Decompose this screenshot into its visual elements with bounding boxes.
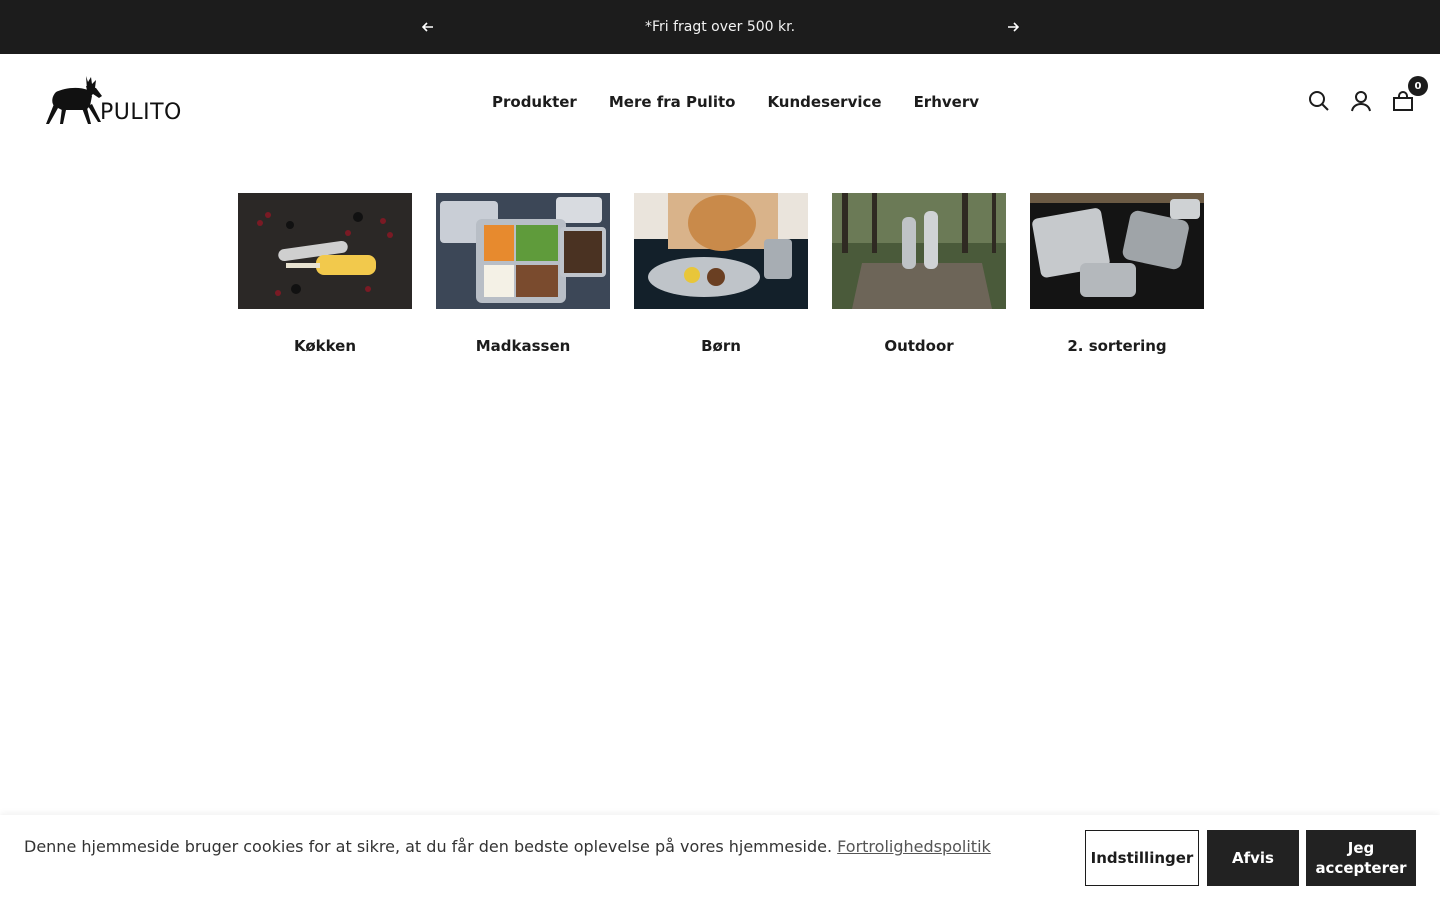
privacy-policy-link[interactable]: Fortrolighedspolitik (837, 837, 991, 856)
collection-title: Børn (701, 337, 741, 355)
nav-item-erhverv[interactable]: Erhverv (898, 90, 995, 114)
cookie-reject-button[interactable]: Afvis (1207, 830, 1299, 886)
announcement-bar: *Fri fragt over 500 kr. (0, 0, 1440, 54)
cart-count-badge: 0 (1408, 76, 1428, 96)
collection-title: Outdoor (884, 337, 954, 355)
moose-icon (46, 76, 102, 124)
collection-card-born[interactable]: Børn (634, 193, 808, 356)
logo-link[interactable]: PULITO (42, 74, 182, 130)
header-icons: 0 (1308, 76, 1428, 112)
cookie-accept-button[interactable]: Jeg accepterer (1306, 830, 1416, 886)
announcement-message: *Fri fragt over 500 kr. (644, 19, 796, 35)
collection-card-outdoor[interactable]: Outdoor (832, 193, 1006, 356)
cart-button[interactable]: 0 (1392, 76, 1428, 112)
collection-card-madkassen[interactable]: Madkassen (436, 193, 610, 356)
cookie-banner: Denne hjemmeside bruger cookies for at s… (0, 815, 1440, 900)
collection-list: Køkken Madkassen Børn Outdoor 2. sorteri… (238, 193, 1204, 356)
collection-image-outdoor (832, 193, 1006, 309)
cookie-settings-button[interactable]: Indstillinger (1085, 830, 1199, 886)
logo-text: PULITO (100, 100, 182, 125)
cookie-text-wrapper: Denne hjemmeside bruger cookies for at s… (24, 836, 991, 858)
collection-title: Køkken (293, 337, 357, 355)
collection-card-kokken[interactable]: Køkken (238, 193, 412, 356)
announcement-prev-button[interactable] (418, 17, 438, 37)
search-icon (1309, 91, 1329, 111)
collection-card-2-sortering[interactable]: 2. sortering (1030, 193, 1204, 356)
collection-image-born (634, 193, 808, 309)
main-nav: Produkter Mere fra Pulito Kundeservice E… (476, 90, 995, 114)
collection-image-kokken (238, 193, 412, 309)
collection-image-2-sortering (1030, 193, 1204, 309)
announcement-next-button[interactable] (1003, 17, 1023, 37)
collection-image-madkassen (436, 193, 610, 309)
account-button[interactable] (1350, 90, 1372, 112)
arrow-left-icon (422, 22, 433, 32)
arrow-right-icon (1008, 22, 1019, 32)
collection-title: Madkassen (475, 337, 571, 355)
nav-item-mere-fra-pulito[interactable]: Mere fra Pulito (593, 90, 752, 114)
cookie-text: Denne hjemmeside bruger cookies for at s… (24, 837, 833, 856)
collection-title: 2. sortering (1067, 337, 1167, 355)
site-header: PULITO Produkter Mere fra Pulito Kundese… (0, 54, 1440, 150)
nav-item-produkter[interactable]: Produkter (476, 90, 593, 114)
nav-item-kundeservice[interactable]: Kundeservice (751, 90, 897, 114)
account-icon (1351, 91, 1371, 112)
search-button[interactable] (1308, 90, 1330, 112)
